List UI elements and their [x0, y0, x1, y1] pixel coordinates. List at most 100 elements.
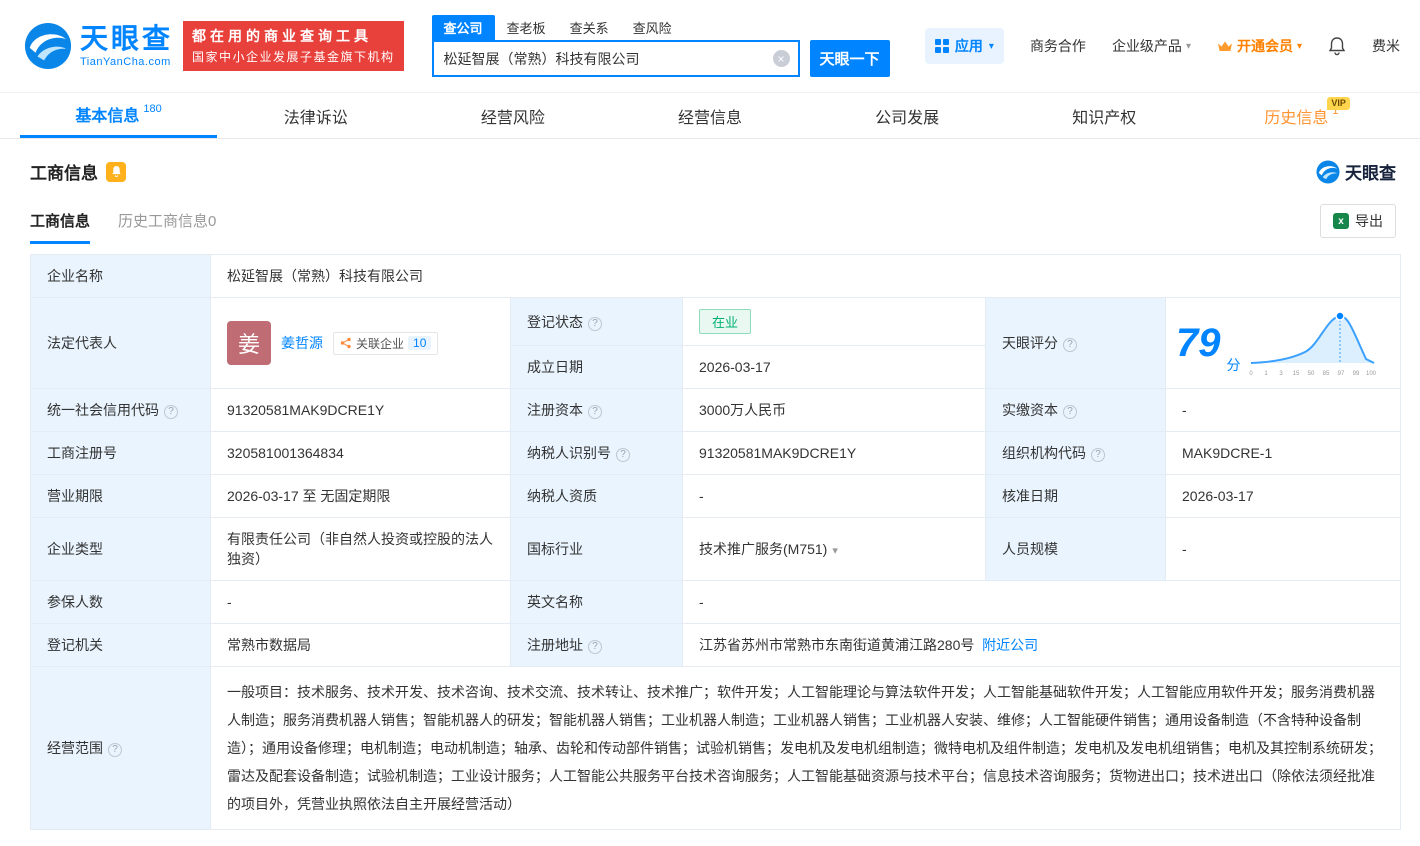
legal-rep-name-link[interactable]: 姜哲源: [281, 333, 323, 353]
slogan-line1: 都在用的商业查询工具: [192, 27, 373, 44]
tab-history-info[interactable]: 历史信息 1 VIP: [1203, 93, 1400, 138]
svg-text:100: 100: [1365, 371, 1376, 377]
tab-company-development[interactable]: 公司发展: [809, 93, 1006, 138]
chevron-down-icon: ▾: [988, 40, 994, 52]
svg-text:50: 50: [1307, 371, 1314, 377]
vip-badge: VIP: [1327, 97, 1350, 110]
tab-operation-info[interactable]: 经营信息: [611, 93, 808, 138]
tianyancha-logo[interactable]: 天眼查 TianYanCha.com: [24, 22, 173, 70]
label-registration-number: 工商注册号: [30, 431, 211, 475]
label-registered-capital: 注册资本?: [510, 388, 683, 432]
apps-menu[interactable]: 应用 ▾: [924, 28, 1004, 64]
help-icon[interactable]: ?: [1091, 448, 1105, 462]
help-icon[interactable]: ?: [588, 316, 602, 331]
top-header: 天眼查 TianYanCha.com 都在用的商业查询工具 国家中小企业发展子基…: [0, 0, 1420, 92]
subtab-bar: 工商信息 历史工商信息0 x 导出: [0, 184, 1420, 244]
tab-label: 知识产权: [1072, 109, 1137, 127]
table-row: 工商注册号 320581001364834 纳税人识别号? 91320581MA…: [30, 431, 1402, 475]
export-button[interactable]: x 导出: [1320, 204, 1396, 238]
table-row: 登记机关 常熟市数据局 注册地址? 江苏省苏州市常熟市东南街道黄浦江路280号 …: [30, 623, 1402, 667]
open-vip-label: 开通会员: [1236, 38, 1293, 54]
help-icon[interactable]: ?: [588, 640, 602, 654]
table-row: 统一社会信用代码? 91320581MAK9DCRE1Y 注册资本? 3000万…: [30, 388, 1402, 432]
table-row: 企业类型 有限责任公司（非自然人投资或控股的法人独资） 国标行业 技术推广服务(…: [30, 517, 1402, 581]
subtab-business-info[interactable]: 工商信息: [30, 210, 91, 244]
help-icon[interactable]: ?: [1063, 405, 1077, 419]
value-approval-date: 2026-03-17: [1164, 474, 1402, 518]
excel-icon: x: [1333, 213, 1349, 229]
related-companies-badge[interactable]: 关联企业 10: [333, 331, 439, 355]
help-icon[interactable]: ?: [616, 448, 630, 462]
search-tab-relation[interactable]: 查关系: [558, 15, 621, 40]
chevron-down-icon: ▾: [1296, 40, 1302, 52]
subtab-history-business-info[interactable]: 历史工商信息0: [118, 210, 216, 244]
svg-text:0: 0: [1249, 371, 1253, 377]
tab-operation-risk[interactable]: 经营风险: [414, 93, 611, 138]
value-registered-address: 江苏省苏州市常熟市东南街道黄浦江路280号 附近公司: [681, 623, 1402, 667]
label-staff-size: 人员规模: [985, 517, 1166, 581]
table-row: 企业名称 松延智展（常熟）科技有限公司: [30, 254, 1402, 298]
open-vip-link[interactable]: 开通会员 ▾: [1217, 36, 1302, 56]
search-tab-boss[interactable]: 查老板: [495, 15, 558, 40]
help-icon[interactable]: ?: [1063, 338, 1077, 352]
value-registration-authority: 常熟市数据局: [210, 623, 511, 667]
help-icon[interactable]: ?: [108, 743, 122, 757]
value-registered-capital: 3000万人民币: [682, 388, 986, 432]
business-scope-text: 一般项目：技术服务、技术开发、技术咨询、技术交流、技术转让、技术推广；软件开发；…: [227, 684, 1382, 812]
section-header: 工商信息 天眼查: [0, 139, 1420, 184]
svg-text:15: 15: [1292, 371, 1299, 377]
value-business-scope: 一般项目：技术服务、技术开发、技术咨询、技术交流、技术转让、技术推广；软件开发；…: [209, 666, 1402, 830]
subscribe-bell-icon[interactable]: [106, 161, 126, 182]
tianyancha-logo-icon: [24, 22, 72, 70]
table-row: 法定代表人 姜 姜哲源 关联企业 10 登记状态? 在业 天眼评分 ? 79 分…: [30, 297, 1402, 389]
search-input[interactable]: [431, 40, 800, 77]
slogan-line2: 国家中小企业发展子基金旗下机构: [192, 49, 395, 64]
value-legal-representative: 姜 姜哲源 关联企业 10: [210, 297, 511, 389]
search-button[interactable]: 天眼一下: [809, 40, 890, 77]
table-row: 参保人数 - 英文名称 -: [30, 580, 1402, 624]
help-icon[interactable]: ?: [588, 405, 602, 419]
label-credit-code: 统一社会信用代码?: [30, 388, 211, 432]
apps-label: 应用: [954, 38, 983, 54]
tab-count: 180: [143, 103, 162, 115]
value-taxpayer-quality: -: [682, 474, 986, 518]
enterprise-products-menu[interactable]: 企业级产品 ▾: [1112, 36, 1191, 56]
section-title: 工商信息: [30, 164, 98, 183]
user-menu[interactable]: 费米: [1372, 36, 1400, 56]
search-tab-risk[interactable]: 查风险: [621, 15, 684, 40]
tab-label: 公司发展: [875, 109, 940, 127]
clear-search-icon[interactable]: ×: [772, 50, 790, 67]
legal-rep-avatar[interactable]: 姜: [227, 321, 271, 365]
value-industry: 技术推广服务(M751) ▾: [682, 517, 986, 581]
search-tab-company[interactable]: 查公司: [431, 15, 495, 40]
chevron-down-icon[interactable]: ▾: [832, 545, 838, 557]
tab-basic-info[interactable]: 基本信息 180: [20, 93, 218, 138]
enterprise-products-label: 企业级产品: [1111, 38, 1182, 54]
svg-text:97: 97: [1337, 371, 1344, 377]
tab-label: 经营信息: [677, 109, 742, 127]
chevron-down-icon: ▾: [1185, 40, 1191, 52]
help-icon[interactable]: ?: [164, 405, 178, 419]
crown-icon: [1217, 41, 1232, 51]
company-section-tabs: 基本信息 180 法律诉讼 经营风险 经营信息 公司发展 知识产权 历史信息 1 V…: [0, 92, 1420, 139]
related-companies-label: 关联企业: [356, 336, 405, 351]
tab-label: 法律诉讼: [283, 109, 348, 127]
watermark-brand: 天眼查: [1345, 164, 1396, 183]
svg-text:99: 99: [1352, 371, 1359, 377]
svg-text:85: 85: [1322, 371, 1329, 377]
search-box: ×: [431, 40, 800, 77]
svg-text:3: 3: [1279, 371, 1283, 377]
cooperation-link[interactable]: 商务合作: [1030, 36, 1086, 56]
tab-intellectual-property[interactable]: 知识产权: [1006, 93, 1203, 138]
tianyancha-watermark: 天眼查: [1316, 159, 1396, 184]
table-row: 经营范围? 一般项目：技术服务、技术开发、技术咨询、技术交流、技术转让、技术推广…: [30, 666, 1402, 830]
notification-bell-icon[interactable]: [1328, 36, 1346, 56]
tab-legal-proceedings[interactable]: 法律诉讼: [217, 93, 414, 138]
nearby-companies-link[interactable]: 附近公司: [982, 637, 1038, 653]
label-tianyan-score: 天眼评分?: [985, 297, 1166, 389]
label-registration-authority: 登记机关: [30, 623, 211, 667]
label-insured-count: 参保人数: [30, 580, 211, 624]
value-paid-capital: -: [1164, 388, 1402, 432]
slogan-banner: 都在用的商业查询工具 国家中小企业发展子基金旗下机构: [183, 20, 404, 72]
logo-domain: TianYanCha.com: [80, 55, 171, 68]
